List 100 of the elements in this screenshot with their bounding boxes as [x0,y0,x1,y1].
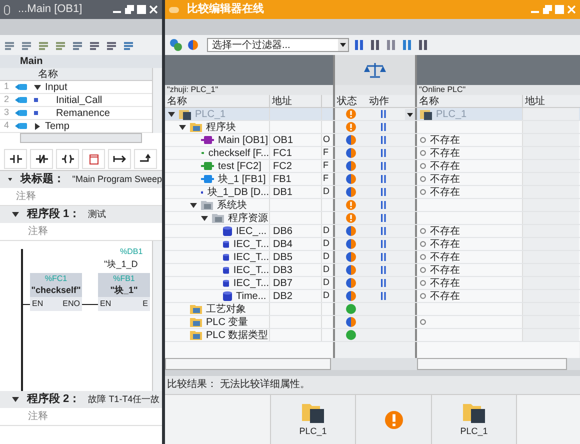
tree-row[interactable]: 程序块 [165,121,580,134]
object-name: 不存在 [430,160,460,172]
tree-row[interactable]: IEC_T... DB5 D 不存在 [165,251,580,264]
tree-row[interactable]: 工艺对象 [165,303,580,316]
object-name: 系统块 [217,199,247,211]
tree-row[interactable]: PLC 数据类型 [165,329,580,342]
object-name: IEC_T... [233,238,269,250]
no-action-icon[interactable] [381,266,386,274]
tree-row[interactable]: PLC 变量 [165,316,580,329]
horizontal-scrollbar[interactable] [20,133,142,143]
address-cell: FB1 [273,173,292,185]
tree-row[interactable]: Main [OB1] OB1 O 不存在 [165,134,580,147]
filter-dropdown[interactable]: 选择一个过滤器... [207,38,349,52]
object-name: IEC_T... [233,277,269,289]
no-action-icon[interactable] [381,227,386,235]
address-cell: DB1 [273,186,292,198]
bullet-icon [34,111,38,115]
tree-row[interactable]: 系统块 [165,199,580,212]
half-circle-icon[interactable] [187,39,199,51]
section-label: 程序段 2： [26,392,80,408]
address-cell: DB5 [273,251,292,263]
expand-arrow-icon[interactable] [201,214,208,222]
block-address: %FC1 [44,273,68,284]
folder-icon [190,304,202,314]
tree-row[interactable]: 程序资源 [165,212,580,225]
tree-row[interactable]: IEC_... DB6 D 不存在 [165,225,580,238]
tree-row[interactable]: Time... DB2 D 不存在 [165,290,580,303]
tool-icon[interactable] [72,40,84,50]
expand-arrow-icon[interactable] [12,211,19,218]
restore-icon[interactable] [125,5,134,14]
tree-row[interactable]: 块_1_DB [D... DB1 D 不存在 [165,186,580,199]
branch-open-icon[interactable] [112,152,126,164]
row-number: 4 [3,119,10,132]
tool-icon[interactable] [55,40,67,50]
comment-field[interactable]: 注释 [0,408,162,426]
expand-arrow-icon[interactable] [8,176,12,183]
vertical-scrollbar[interactable] [152,68,162,133]
branch-close-icon[interactable] [138,152,152,164]
contact-icon[interactable] [8,152,22,164]
no-action-icon[interactable] [381,279,386,287]
block-address: %FB1 [113,273,135,284]
object-name: PLC_1 [195,108,226,120]
tool-icon[interactable] [89,40,101,50]
no-action-icon[interactable] [381,136,386,144]
block-name: Main [0,55,162,68]
no-action-icon[interactable] [381,214,386,222]
no-action-icon[interactable] [381,123,386,131]
expand-arrow-icon[interactable] [168,110,175,118]
tree-row[interactable]: test [FC2] FC2 F 不存在 [165,160,580,173]
no-action-icon[interactable] [381,175,386,183]
pin-label: ENO [62,298,80,310]
color-circles-icon[interactable] [169,38,183,52]
block-icon [201,162,214,170]
tree-row[interactable]: IEC_T... DB7 D 不存在 [165,277,580,290]
no-action-icon[interactable] [381,110,386,118]
horizontal-scrollbar[interactable] [417,358,567,370]
tree-row[interactable]: IEC_T... DB4 D 不存在 [165,238,580,251]
expand-arrow-icon[interactable] [179,124,186,130]
empty-box-icon[interactable] [86,152,100,164]
no-action-icon[interactable] [381,188,386,196]
horizontal-scrollbar[interactable] [165,358,331,370]
block-icon [201,175,214,183]
object-name: IEC_T... [233,264,269,276]
type-cell: D [322,251,330,263]
folder-icon [190,317,202,327]
expand-arrow-icon[interactable] [34,84,41,90]
no-action-icon[interactable] [381,149,386,157]
no-action-icon[interactable] [381,162,386,170]
object-name: test [FC2] [218,160,262,172]
expand-arrow-icon[interactable] [12,396,19,403]
wire [82,304,98,305]
pin-label: EN [32,298,44,310]
tool-icon[interactable] [38,40,50,50]
address-cell: DB6 [273,225,292,237]
folder-icon [190,122,202,132]
section-title: "Main Program Sweep [71,172,162,186]
vertical-scrollbar[interactable] [152,241,162,391]
expand-arrow-icon[interactable] [190,202,197,208]
column-header: 地址 [524,95,545,107]
no-action-icon[interactable] [381,240,386,248]
column-header: 动作 [368,95,389,107]
tree-row[interactable]: 块_1 [FB1] FB1 F 不存在 [165,173,580,186]
no-action-icon[interactable] [381,201,386,209]
negated-contact-icon[interactable] [34,152,48,164]
expand-arrow-icon[interactable] [34,122,41,130]
pin-icon[interactable] [4,4,10,14]
tool-icon[interactable] [4,40,16,50]
no-action-icon[interactable] [381,292,386,300]
database-icon [223,238,230,250]
no-action-icon[interactable] [381,253,386,261]
tool-icon[interactable] [123,40,135,50]
coil-icon[interactable] [60,152,74,164]
address-cell: DB7 [273,277,292,289]
close-icon[interactable] [149,5,158,14]
column-header: 名称 [166,95,187,107]
tree-row[interactable]: checkself [F... FC1 F 不存在 [165,147,580,160]
tool-icon[interactable] [21,40,33,50]
tree-row[interactable]: IEC_T... DB3 D 不存在 [165,264,580,277]
comment-field[interactable]: 注释 [0,223,162,241]
tool-icon[interactable] [106,40,118,50]
